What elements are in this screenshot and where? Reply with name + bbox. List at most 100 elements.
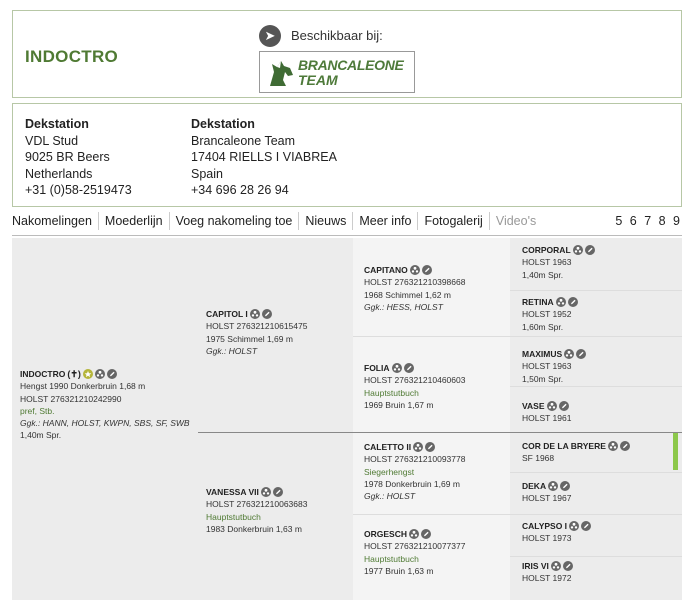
horse-details: Hengst 1990 Donkerbruin 1,68 m	[20, 381, 146, 392]
pedigree-horse-main[interactable]: INDOCTRO (✝) Hengst 1990 Donkerbruin 1,68…	[20, 368, 190, 442]
edit-icon[interactable]	[560, 481, 571, 492]
family-icon[interactable]	[94, 369, 105, 380]
horse-name[interactable]: CALETTO II	[364, 441, 411, 453]
family-icon[interactable]	[607, 441, 618, 452]
tab-photo-gallery[interactable]: Fotogalerij	[417, 212, 488, 230]
family-icon[interactable]	[550, 561, 561, 572]
station-phone[interactable]: +31 (0)58-2519473	[25, 182, 132, 199]
tab-videos[interactable]: Video's	[488, 212, 542, 230]
tab-add-offspring[interactable]: Voeg nakomeling toe	[168, 212, 299, 230]
pedigree-horse-dam[interactable]: VANESSA VII HOLST 276321210063683 Haupts…	[206, 486, 307, 535]
horse-registration: HOLST 1973	[522, 533, 572, 544]
award-icon	[82, 369, 93, 380]
edit-icon[interactable]	[562, 561, 573, 572]
edit-icon[interactable]	[261, 309, 272, 320]
edit-icon[interactable]	[581, 521, 592, 532]
station-phone[interactable]: +34 696 28 26 94	[191, 182, 337, 199]
horse-details: 1978 Donkerbruin 1,69 m	[364, 478, 460, 489]
horse-name[interactable]: CALYPSO I	[522, 520, 567, 532]
horse-title: INDOCTRO	[25, 47, 119, 66]
pedigree-page-selector[interactable]: 5 6 7 8 9	[615, 212, 682, 230]
horse-name[interactable]: ORGESCH	[364, 528, 407, 540]
horse-registration: HOLST 276321210615475	[206, 321, 308, 332]
horse-details: 1969 Bruin 1,67 m	[364, 399, 434, 410]
family-icon[interactable]	[249, 309, 260, 320]
horse-registration: HOLST 276321210063683	[206, 499, 308, 510]
family-icon[interactable]	[409, 265, 420, 276]
family-icon[interactable]	[548, 481, 559, 492]
horse-sport-level: 1,40m Spr.	[20, 430, 62, 441]
edit-icon[interactable]	[576, 349, 587, 360]
pedigree-divider	[353, 336, 682, 337]
horse-details: 1968 Schimmel 1,62 m	[364, 289, 451, 300]
family-icon[interactable]	[564, 349, 575, 360]
horse-name[interactable]: CAPITANO	[364, 264, 408, 276]
pedigree-divider	[510, 290, 682, 291]
tab-news[interactable]: Nieuws	[298, 212, 352, 230]
horse-studbook: Hauptstutbuch	[206, 511, 261, 522]
edit-icon[interactable]	[403, 363, 414, 374]
horse-nav-tabs: Nakomelingen Moederlijn Voeg nakomeling to…	[12, 212, 682, 234]
horse-header-panel: INDOCTRO ➤ Beschikbaar bij: BRANCALEONE …	[12, 10, 682, 98]
pedigree-horse-gen3[interactable]: MAXIMUS HOLST 1963 1,50m Spr.	[522, 348, 587, 385]
pedigree-horse-gen3[interactable]: CALYPSO I HOLST 1973	[522, 520, 592, 545]
edit-icon[interactable]	[567, 297, 578, 308]
family-icon[interactable]	[260, 487, 271, 498]
family-icon[interactable]	[408, 529, 419, 540]
family-icon[interactable]	[546, 401, 557, 412]
brancaleone-team-logo[interactable]: BRANCALEONE TEAM	[259, 51, 415, 93]
horse-name[interactable]: INDOCTRO	[20, 368, 65, 380]
nav-divider	[12, 235, 682, 236]
horse-name[interactable]: CAPITOL I	[206, 308, 248, 320]
horse-registration: SF 1968	[522, 453, 555, 464]
tab-more-info[interactable]: Meer info	[352, 212, 417, 230]
edit-icon[interactable]	[272, 487, 283, 498]
pedigree-horse-gen3[interactable]: VASE HOLST 1961	[522, 400, 571, 425]
pedigree-horse-dam-dam[interactable]: ORGESCH HOLST 276321210077377 Hauptstutb…	[364, 528, 465, 577]
pedigree-horse-dam-sire[interactable]: CALETTO II HOLST 276321210093778 Siegerh…	[364, 441, 465, 502]
horse-ggk: Ggk.: HANN, HOLST, KWPN, SBS, SF, SWB	[20, 418, 190, 429]
station-country: Netherlands	[25, 166, 93, 181]
horse-name[interactable]: VASE	[522, 400, 545, 412]
edit-icon[interactable]	[558, 401, 569, 412]
horse-predicate: pref, Stb.	[20, 405, 55, 416]
family-icon[interactable]	[391, 363, 402, 374]
tab-nakomelingen[interactable]: Nakomelingen	[12, 212, 98, 230]
horse-name[interactable]: IRIS VI	[522, 560, 549, 572]
horse-name[interactable]: RETINA	[522, 296, 554, 308]
pedigree-horse-gen3[interactable]: RETINA HOLST 1952 1,60m Spr.	[522, 296, 578, 333]
edit-icon[interactable]	[420, 529, 431, 540]
pedigree-horse-gen3[interactable]: COR DE LA BRYERE SF 1968	[522, 440, 630, 465]
pedigree-horse-sire-sire[interactable]: CAPITANO HOLST 276321210398668 1968 Schi…	[364, 264, 465, 313]
pedigree-horse-gen3[interactable]: IRIS VI HOLST 1972	[522, 560, 573, 585]
pedigree-horse-sire-dam[interactable]: FOLIA HOLST 276321210460603 Hauptstutbuc…	[364, 362, 465, 411]
edit-icon[interactable]	[106, 369, 117, 380]
family-icon[interactable]	[572, 245, 583, 256]
horse-name[interactable]: VANESSA VII	[206, 486, 259, 498]
horse-name[interactable]: FOLIA	[364, 362, 390, 374]
pedigree-chart: INDOCTRO (✝) Hengst 1990 Donkerbruin 1,68…	[12, 238, 682, 600]
pedigree-horse-gen3[interactable]: CORPORAL HOLST 1963 1,40m Spr.	[522, 244, 595, 281]
edit-icon[interactable]	[425, 442, 436, 453]
edit-icon[interactable]	[421, 265, 432, 276]
tab-moederlijn[interactable]: Moederlijn	[97, 212, 169, 230]
edit-icon[interactable]	[584, 245, 595, 256]
horse-details: 1975 Schimmel 1,69 m	[206, 333, 293, 344]
family-icon[interactable]	[413, 442, 424, 453]
horse-name[interactable]: MAXIMUS	[522, 348, 562, 360]
pedigree-horse-gen3[interactable]: DEKA HOLST 1967	[522, 480, 571, 505]
horse-registration: HOLST 1952	[522, 309, 572, 320]
horse-registration: HOLST 1963	[522, 257, 572, 268]
pedigree-divider	[510, 556, 682, 557]
pedigree-col-2	[198, 238, 353, 600]
edit-icon[interactable]	[619, 441, 630, 452]
horse-name[interactable]: DEKA	[522, 480, 546, 492]
horse-name[interactable]: COR DE LA BRYERE	[522, 440, 606, 452]
family-icon[interactable]	[569, 521, 580, 532]
horse-details: 1977 Bruin 1,63 m	[364, 565, 434, 576]
family-icon[interactable]	[555, 297, 566, 308]
horse-registration: HOLST 276321210398668	[364, 277, 466, 288]
pedigree-horse-sire[interactable]: CAPITOL I HOLST 276321210615475 1975 Sch…	[206, 308, 307, 357]
station-heading: Dekstation	[191, 117, 255, 131]
horse-name[interactable]: CORPORAL	[522, 244, 571, 256]
